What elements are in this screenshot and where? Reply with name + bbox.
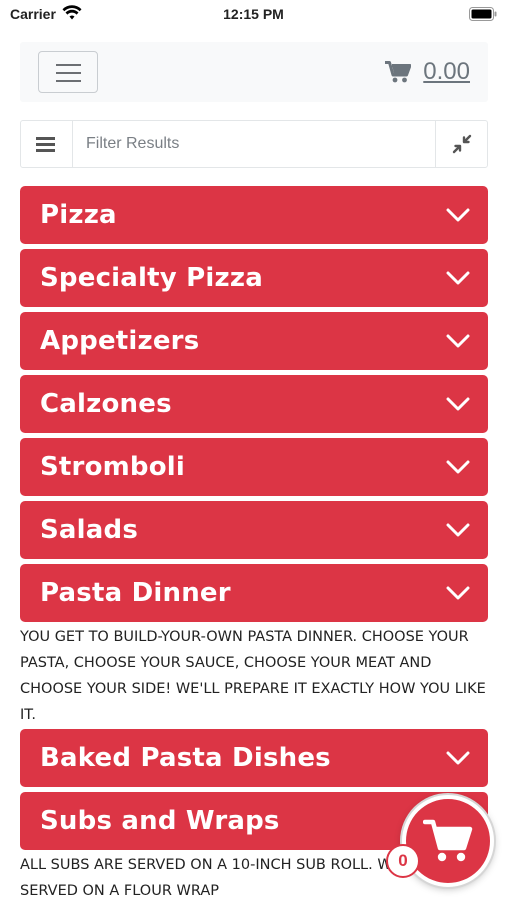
hamburger-icon-bar bbox=[56, 80, 81, 82]
category-description: YOU GET TO BUILD-YOUR-OWN PASTA DINNER. … bbox=[20, 629, 486, 723]
chevron-down-icon bbox=[446, 460, 470, 474]
category-specialty-pizza[interactable]: Specialty Pizza bbox=[20, 249, 488, 307]
cart-link[interactable]: 0.00 bbox=[385, 56, 470, 88]
list-icon-bar bbox=[36, 137, 55, 140]
category-appetizers[interactable]: Appetizers bbox=[20, 312, 488, 370]
category-pizza[interactable]: Pizza bbox=[20, 186, 488, 244]
category-label: Subs and Wraps bbox=[40, 806, 280, 836]
category-list-button[interactable] bbox=[21, 121, 73, 167]
cart-total: 0.00 bbox=[423, 58, 470, 85]
chevron-down-icon bbox=[446, 586, 470, 600]
list-icon-bar bbox=[36, 149, 55, 152]
chevron-down-icon bbox=[446, 751, 470, 765]
battery-icon bbox=[469, 7, 497, 21]
menu-toggle-button[interactable] bbox=[38, 51, 98, 93]
collapse-icon bbox=[452, 134, 472, 154]
category-baked-pasta-dishes[interactable]: Baked Pasta Dishes bbox=[20, 729, 488, 787]
hamburger-icon-bar bbox=[56, 64, 81, 66]
hamburger-icon-bar bbox=[56, 72, 81, 74]
chevron-down-icon bbox=[446, 397, 470, 411]
status-time: 12:15 PM bbox=[223, 6, 284, 22]
category-stromboli[interactable]: Stromboli bbox=[20, 438, 488, 496]
filter-bar bbox=[20, 120, 488, 168]
cart-icon bbox=[385, 61, 412, 83]
collapse-all-button[interactable] bbox=[435, 121, 487, 167]
chevron-down-icon bbox=[446, 523, 470, 537]
floating-cart-button[interactable] bbox=[402, 795, 494, 887]
category-salads[interactable]: Salads bbox=[20, 501, 488, 559]
top-navbar: 0.00 bbox=[20, 42, 488, 102]
category-label: Pizza bbox=[40, 200, 117, 230]
category-label: Appetizers bbox=[40, 326, 200, 356]
filter-input[interactable] bbox=[73, 121, 435, 167]
status-bar: Carrier 12:15 PM bbox=[0, 0, 507, 30]
category-label: Pasta Dinner bbox=[40, 578, 231, 608]
chevron-down-icon bbox=[446, 271, 470, 285]
category-label: Baked Pasta Dishes bbox=[40, 743, 331, 773]
category-label: Salads bbox=[40, 515, 139, 545]
chevron-down-icon bbox=[446, 208, 470, 222]
category-calzones[interactable]: Calzones bbox=[20, 375, 488, 433]
cart-count-badge: 0 bbox=[386, 844, 420, 878]
chevron-down-icon bbox=[446, 334, 470, 348]
category-label: Specialty Pizza bbox=[40, 263, 263, 293]
category-pasta-dinner[interactable]: Pasta Dinner bbox=[20, 564, 488, 622]
shopping-cart-icon bbox=[423, 819, 473, 862]
list-icon-bar bbox=[36, 143, 55, 146]
category-label: Calzones bbox=[40, 389, 172, 419]
category-label: Stromboli bbox=[40, 452, 186, 482]
